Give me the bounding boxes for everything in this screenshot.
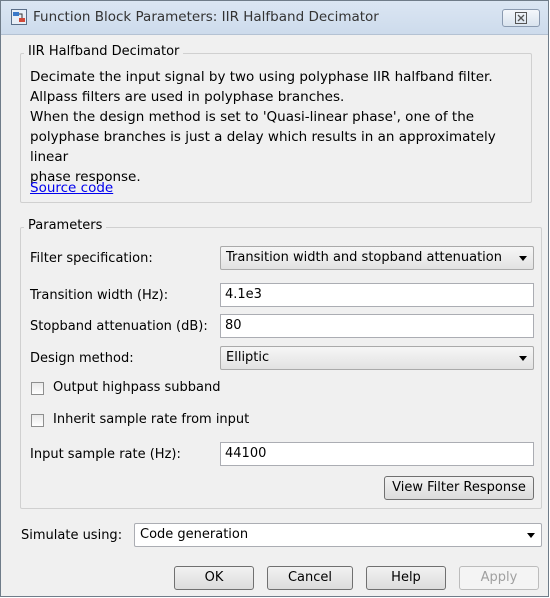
inherit-sample-rate-checkbox[interactable] [31, 414, 44, 427]
chevron-down-icon [519, 256, 527, 261]
transition-width-value: 4.1e3 [225, 287, 262, 302]
filter-spec-value: Transition width and stopband attenuatio… [226, 250, 502, 265]
close-button[interactable] [502, 9, 540, 27]
dialog-window: Function Block Parameters: IIR Halfband … [0, 0, 549, 597]
apply-button[interactable]: Apply [459, 566, 539, 590]
description-line: Decimate the input signal by two using p… [30, 69, 493, 85]
chevron-down-icon [519, 356, 527, 361]
input-sample-rate-value: 44100 [225, 446, 267, 461]
description-line: polyphase branches is just a delay which… [30, 129, 496, 165]
design-method-dropdown[interactable]: Elliptic [220, 346, 534, 370]
output-highpass-checkbox[interactable] [31, 382, 44, 395]
inherit-sample-rate-label[interactable]: Inherit sample rate from input [53, 412, 249, 427]
description-group-title: IIR Halfband Decimator [24, 44, 184, 59]
description-line: When the design method is set to 'Quasi-… [30, 109, 475, 125]
transition-width-input[interactable]: 4.1e3 [220, 283, 534, 307]
filter-spec-dropdown[interactable]: Transition width and stopband attenuatio… [220, 246, 534, 270]
simulink-block-icon [11, 9, 27, 25]
help-button[interactable]: Help [366, 566, 446, 590]
ok-button[interactable]: OK [174, 566, 254, 590]
design-method-label: Design method: [30, 351, 134, 366]
output-highpass-label[interactable]: Output highpass subband [53, 380, 221, 395]
view-filter-response-button[interactable]: View Filter Response [384, 476, 534, 500]
simulate-using-dropdown[interactable]: Code generation [134, 523, 542, 547]
title-bar[interactable]: Function Block Parameters: IIR Halfband … [1, 1, 548, 35]
design-method-value: Elliptic [226, 350, 270, 365]
description-text: Decimate the input signal by two using p… [30, 67, 530, 187]
stopband-attenuation-value: 80 [225, 318, 242, 333]
input-sample-rate-input[interactable]: 44100 [220, 442, 534, 466]
cancel-button[interactable]: Cancel [267, 566, 353, 590]
filter-spec-label: Filter specification: [30, 251, 153, 266]
chevron-down-icon [527, 533, 535, 538]
window-title: Function Block Parameters: IIR Halfband … [33, 9, 379, 25]
close-icon [515, 12, 527, 24]
simulate-using-value: Code generation [140, 527, 249, 542]
input-sample-rate-label: Input sample rate (Hz): [30, 447, 181, 462]
simulate-using-label: Simulate using: [21, 528, 123, 543]
transition-width-label: Transition width (Hz): [30, 288, 169, 303]
source-code-link[interactable]: Source code [30, 180, 113, 196]
stopband-attenuation-label: Stopband attenuation (dB): [30, 319, 208, 334]
stopband-attenuation-input[interactable]: 80 [220, 314, 534, 338]
parameters-group-title: Parameters [24, 218, 107, 233]
description-line: Allpass filters are used in polyphase br… [30, 89, 345, 105]
